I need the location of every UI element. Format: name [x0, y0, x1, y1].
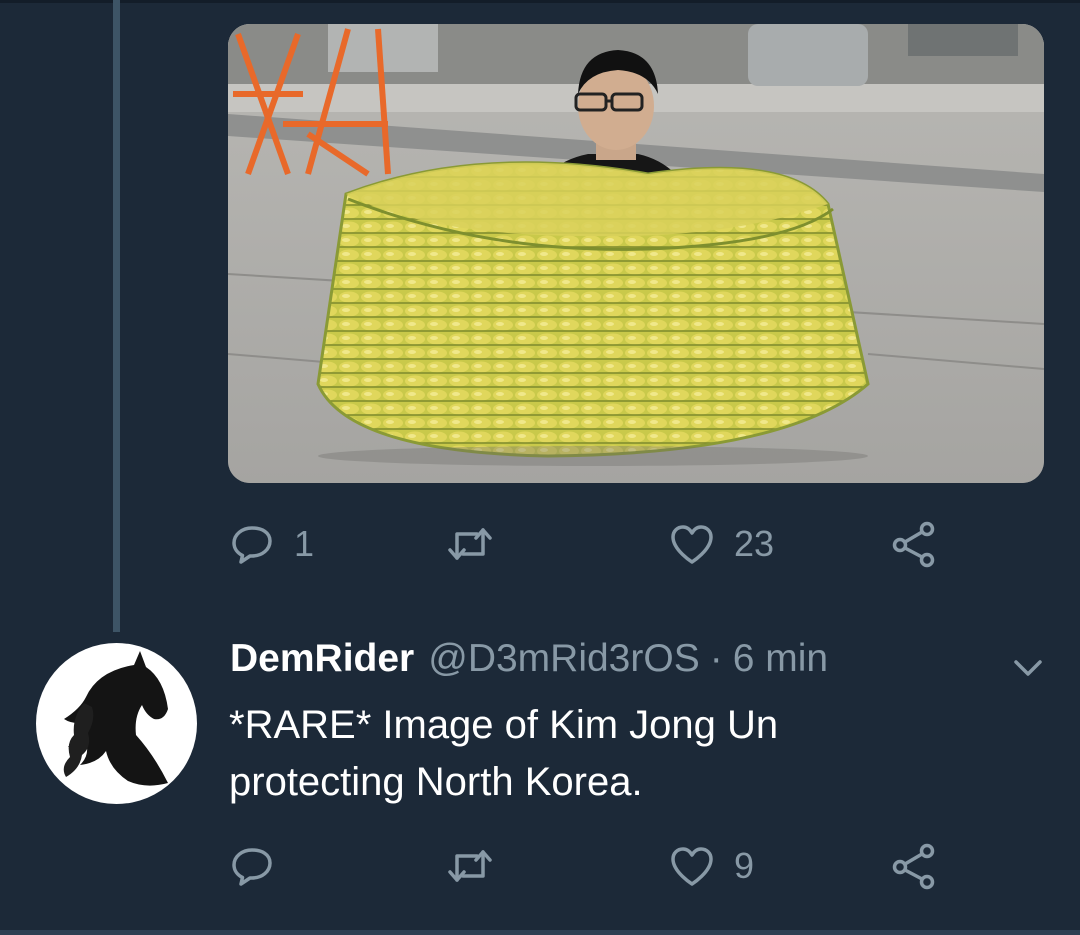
retweet-button[interactable] — [446, 514, 512, 574]
reply-icon — [232, 526, 272, 564]
retweet-icon — [448, 528, 492, 560]
tweet-text-line: *RARE* Image of Kim Jong Un — [229, 703, 779, 747]
reply-button[interactable]: 1 — [228, 514, 314, 574]
timeline: 1 23 DemRider @D3mRid3rOS · 6 min *RARE*… — [0, 0, 1080, 935]
share-button[interactable] — [890, 836, 938, 896]
like-icon — [671, 525, 713, 564]
tweet2-action-bar: 9 — [0, 836, 1080, 896]
bottom-divider — [0, 930, 1080, 935]
photo-image — [228, 24, 1044, 483]
separator-dot: · — [709, 637, 723, 680]
chevron-down-icon — [1014, 660, 1042, 676]
like-button[interactable]: 23 — [668, 514, 774, 574]
tweet1-action-bar: 1 23 — [0, 514, 1080, 574]
like-button[interactable]: 9 — [668, 836, 754, 896]
avatar[interactable] — [36, 643, 197, 804]
reply-button[interactable] — [228, 836, 294, 896]
retweet-icon — [448, 850, 492, 882]
tweet-text: *RARE* Image of Kim Jong Un protecting N… — [229, 697, 989, 811]
share-icon — [892, 843, 935, 890]
tweet-text-line: protecting North Korea. — [229, 760, 643, 804]
horse-avatar-icon — [63, 651, 168, 786]
like-count: 9 — [734, 845, 755, 886]
tweet-header: DemRider @D3mRid3rOS · 6 min — [230, 637, 828, 685]
author-handle[interactable]: @D3mRid3rOS — [428, 637, 699, 681]
like-count: 23 — [734, 523, 775, 564]
top-divider — [0, 0, 1080, 3]
reply-icon — [232, 848, 272, 886]
share-icon — [892, 521, 935, 568]
tweet-timestamp[interactable]: 6 min — [733, 637, 828, 681]
share-button[interactable] — [890, 514, 938, 574]
tweet-media-photo[interactable] — [228, 24, 1044, 483]
author-display-name[interactable]: DemRider — [230, 637, 414, 681]
tweet-menu-button[interactable] — [1008, 648, 1048, 688]
like-icon — [671, 847, 713, 886]
retweet-button[interactable] — [446, 836, 512, 896]
reply-count: 1 — [294, 523, 315, 564]
